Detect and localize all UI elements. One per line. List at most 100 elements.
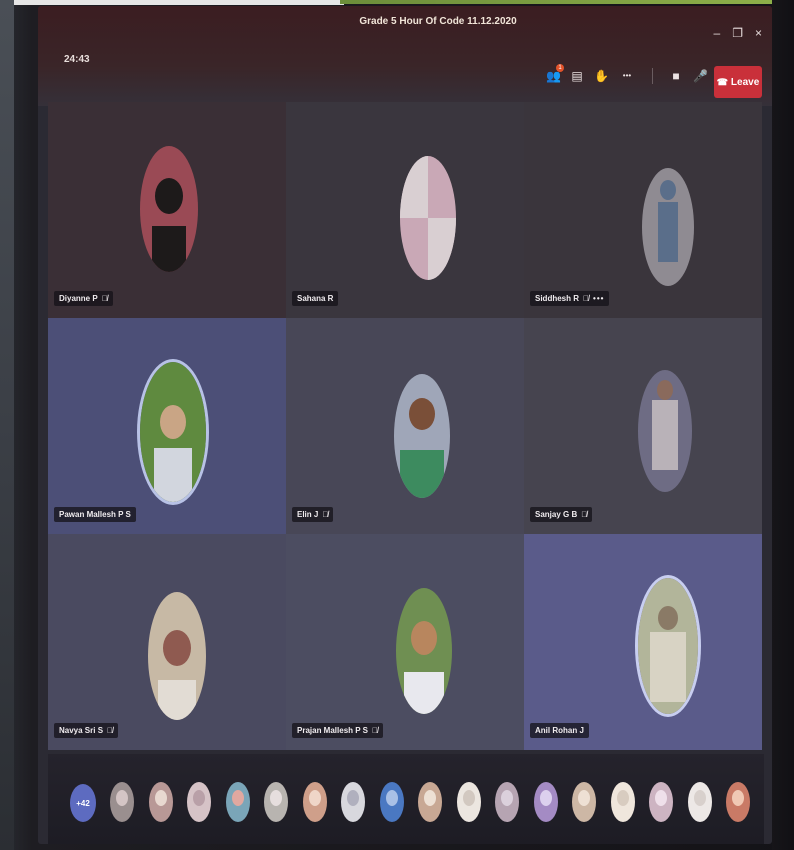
strip-participant-avatar[interactable] xyxy=(148,782,173,822)
strip-avatar-face xyxy=(501,790,513,806)
monitor-bezel-right xyxy=(772,0,794,850)
avatar-photo xyxy=(140,362,206,502)
strip-participant-avatar[interactable] xyxy=(649,782,673,822)
participant-name: Siddhesh R xyxy=(535,294,580,303)
strip-participant-avatar[interactable] xyxy=(572,782,596,822)
avatar-photo xyxy=(394,374,450,498)
mic-off-icon: 🎙̸ xyxy=(583,294,590,303)
avatar-photo xyxy=(638,370,692,492)
minimize-icon[interactable]: – xyxy=(714,26,721,40)
strip-avatar-face xyxy=(462,790,475,806)
meeting-window: Grade 5 Hour Of Code 11.12.2020 24:43 – … xyxy=(38,6,772,844)
window-title: Grade 5 Hour Of Code 11.12.2020 xyxy=(359,16,517,27)
chat-icon[interactable]: ▤ xyxy=(570,69,584,83)
mic-off-icon: 🎙̸ xyxy=(581,510,588,519)
more-actions-icon[interactable]: ••• xyxy=(618,69,636,83)
strip-avatar-face xyxy=(270,790,282,806)
participants-badge: 1 xyxy=(556,64,564,72)
strip-participant-avatar[interactable] xyxy=(379,782,404,822)
restore-icon[interactable]: ❐ xyxy=(732,26,743,40)
strip-avatar-face xyxy=(347,790,359,806)
strip-avatar-face xyxy=(616,790,629,806)
participant-avatar xyxy=(396,588,452,714)
participant-name: Prajan Mallesh P S xyxy=(297,726,368,735)
participant-tile[interactable]: Anil Rohan J xyxy=(524,534,762,750)
avatar-photo xyxy=(638,578,698,714)
participant-name-tag: Sahana R xyxy=(292,291,339,306)
participant-name: Elin J xyxy=(297,510,319,519)
strip-participant-avatar[interactable] xyxy=(341,782,365,822)
mic-off-icon: 🎙̸ xyxy=(322,510,329,519)
strip-avatar-face xyxy=(424,790,436,806)
strip-participant-avatar[interactable] xyxy=(418,782,442,822)
participant-tile[interactable]: Sanjay G B 🎙̸ xyxy=(524,318,762,534)
participant-tile[interactable]: Navya Sri S 🎙̸ xyxy=(48,534,286,750)
strip-avatar-face xyxy=(385,790,398,806)
window-controls: – ❐ × xyxy=(714,26,762,40)
participant-strip: +42 xyxy=(48,754,764,844)
strip-participant-avatar[interactable] xyxy=(533,782,558,822)
participant-avatar xyxy=(400,156,456,280)
strip-participant-avatar[interactable] xyxy=(110,782,134,822)
top-edge-green xyxy=(340,0,794,4)
participant-avatar xyxy=(140,362,206,502)
participants-icon[interactable]: 👥 1 xyxy=(546,64,564,83)
strip-participant-avatar[interactable] xyxy=(610,782,635,822)
strip-avatar-face xyxy=(693,790,706,806)
mic-off-icon: 🎙̸ xyxy=(372,726,378,735)
mic-off-icon: 🎙̸ xyxy=(101,294,108,303)
participant-tile[interactable]: Elin J 🎙̸ xyxy=(286,318,524,534)
participant-name: Diyanne P xyxy=(59,294,98,303)
avatar-photo xyxy=(396,588,452,714)
strip-participant-avatar[interactable] xyxy=(726,782,750,822)
meeting-toolbar: 👥 1 ▤ ✋ ••• ■ 🎤 ⧉ xyxy=(546,64,731,84)
strip-participant-avatar[interactable] xyxy=(302,782,327,822)
participant-name: Sahana R xyxy=(297,294,334,303)
participant-name-tag: Diyanne P 🎙̸ xyxy=(54,291,113,306)
participant-avatar xyxy=(394,374,450,498)
participant-tile[interactable]: Prajan Mallesh P S 🎙̸ xyxy=(286,534,524,750)
participant-grid: Diyanne P 🎙̸ Sahana R Siddhesh R 🎙̸ ••• … xyxy=(48,102,764,750)
participant-name: Anil Rohan J xyxy=(535,726,584,735)
participant-tile[interactable]: Diyanne P 🎙̸ xyxy=(48,102,286,318)
close-icon[interactable]: × xyxy=(755,26,762,40)
participant-name-tag: Siddhesh R 🎙̸ ••• xyxy=(530,291,610,306)
strip-participant-avatar[interactable] xyxy=(225,782,250,822)
participant-tile[interactable]: Pawan Mallesh P S xyxy=(48,318,286,534)
leave-label: Leave xyxy=(730,76,760,88)
strip-participant-avatar[interactable] xyxy=(456,782,481,822)
call-timer: 24:43 xyxy=(64,54,90,65)
mic-off-icon: 🎙̸ xyxy=(107,726,114,735)
participant-name-tag: Anil Rohan J xyxy=(530,723,589,738)
strip-participant-avatar[interactable] xyxy=(187,782,211,822)
participant-avatar xyxy=(638,578,698,714)
participant-avatar xyxy=(642,168,694,286)
participant-name-tag: Pawan Mallesh P S xyxy=(54,507,136,522)
strip-avatar-face xyxy=(539,790,552,806)
participant-name: Sanjay G B xyxy=(535,510,578,519)
raise-hand-icon[interactable]: ✋ xyxy=(594,69,609,83)
strip-avatar-face xyxy=(655,790,667,806)
avatar-photo xyxy=(642,168,694,286)
overflow-participants-button[interactable]: +42 xyxy=(70,784,96,822)
strip-avatar-face xyxy=(231,790,244,806)
participant-tile[interactable]: Sahana R xyxy=(286,102,524,318)
phone-icon: ☎ xyxy=(716,76,728,87)
strip-avatar-face xyxy=(116,790,128,806)
camera-off-icon[interactable]: ■ xyxy=(669,69,683,83)
mic-icon[interactable]: 🎤 xyxy=(693,69,708,83)
participant-name: Pawan Mallesh P S xyxy=(59,510,131,519)
strip-participant-avatar[interactable] xyxy=(687,782,712,822)
strip-participant-avatar[interactable] xyxy=(495,782,519,822)
avatar-photo xyxy=(140,146,198,272)
avatar-photo xyxy=(148,592,206,720)
strip-avatar-face xyxy=(154,790,167,806)
leave-button[interactable]: ☎ Leave xyxy=(714,66,762,98)
more-options-icon[interactable]: ••• xyxy=(593,294,604,303)
participant-name-tag: Elin J 🎙̸ xyxy=(292,507,334,522)
participant-name-tag: Navya Sri S 🎙̸ xyxy=(54,723,119,738)
participant-avatar xyxy=(638,370,692,492)
participant-tile[interactable]: Siddhesh R 🎙̸ ••• xyxy=(524,102,762,318)
strip-participant-avatar[interactable] xyxy=(264,782,288,822)
participant-avatar xyxy=(148,592,206,720)
